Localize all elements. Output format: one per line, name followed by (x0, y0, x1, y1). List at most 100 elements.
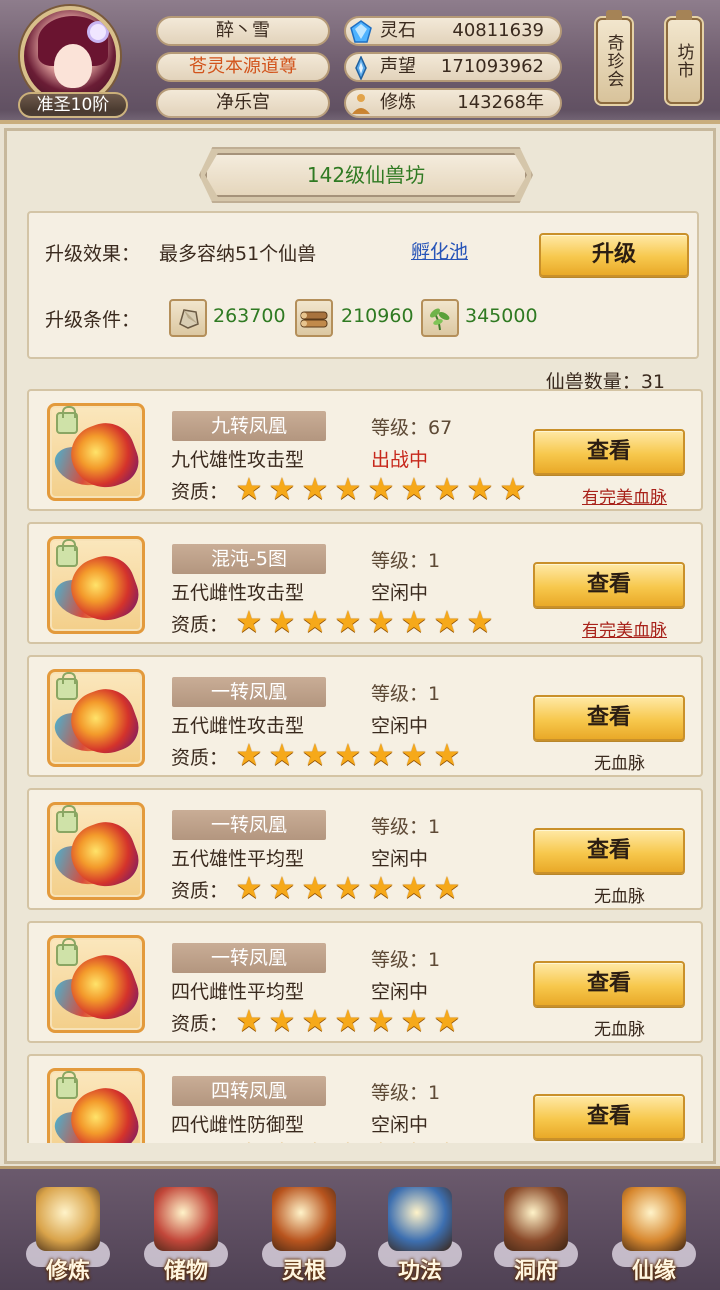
cost-herb-value: 345000 (465, 305, 538, 327)
nav-label: 功法 (397, 1259, 442, 1284)
star-icon: ★ (334, 472, 362, 507)
star-icon: ★ (301, 871, 329, 906)
beast-list[interactable]: 九转凤凰 九代雄性攻击型 等级：67 出战中 资质： ★ ★ ★ ★ ★ ★ ★ ★ ★ 查看 … (27, 389, 703, 1143)
beast-type: 五代雌性攻击型 (171, 582, 305, 604)
nav-item-book[interactable]: 功法 (370, 1179, 470, 1289)
beast-level: 等级：67 (371, 413, 452, 440)
nav-item-cave-house[interactable]: 洞府 (486, 1179, 586, 1289)
star-icon: ★ (431, 1140, 463, 1144)
beast-type: 五代雄性平均型 (171, 848, 305, 870)
star-icon: ★ (235, 605, 263, 640)
level-label: 等级： (371, 417, 429, 439)
fortune-icon (622, 1187, 686, 1251)
level-value: 1 (428, 816, 441, 838)
bloodline-status[interactable]: 有完美血脉 (582, 616, 667, 641)
cave-house-icon (504, 1187, 568, 1251)
nav-item-meditation[interactable]: 修炼 (18, 1179, 118, 1289)
star-icon: ★ (332, 1140, 364, 1144)
wood-material-icon (295, 299, 333, 337)
page-title: 142级仙兽坊 (205, 153, 527, 197)
player-avatar[interactable] (20, 6, 120, 106)
star-icon: ★ (235, 738, 263, 773)
beast-type: 四代雌性平均型 (171, 981, 305, 1003)
level-label: 等级： (371, 816, 429, 838)
player-name: 醉丶雪 (156, 16, 330, 46)
upgrade-condition-label: 升级条件： (45, 309, 141, 331)
view-button[interactable]: 查看 (533, 562, 685, 608)
nav-item-storage-bag[interactable]: 储物 (136, 1179, 236, 1289)
bottom-nav: 修炼 储物 灵根 功法 洞府 仙缘 (0, 1166, 720, 1290)
spirit-stone-icon (348, 19, 374, 45)
star-icon: ★ (233, 1140, 265, 1144)
star-icon: ★ (235, 472, 263, 507)
avatar-face (54, 44, 92, 88)
market-button[interactable]: 坊市 (666, 10, 702, 104)
beast-card: 四转凤凰 四代雌性防御型 等级：1 空闲中 资质： ★★★★★★★ 查看 (27, 1054, 703, 1143)
view-button[interactable]: 查看 (533, 961, 685, 1007)
star-icon: ★ (268, 472, 296, 507)
lock-icon (56, 539, 78, 567)
level-value: 67 (428, 417, 453, 439)
beast-status: 出战中 (371, 449, 429, 471)
quality-stars: ★★★★★★★ (233, 1140, 463, 1144)
beast-name: 一转凤凰 (172, 810, 326, 840)
lock-icon (56, 1071, 78, 1099)
view-button[interactable]: 查看 (533, 695, 685, 741)
star-icon: ★ (466, 605, 494, 640)
nav-item-fortune[interactable]: 仙缘 (604, 1179, 704, 1289)
avatar-flower (90, 24, 106, 40)
hatching-pool-link[interactable]: 孵化池 (411, 237, 468, 264)
beast-type: 五代雌性攻击型 (171, 715, 305, 737)
star-icon: ★ (400, 472, 428, 507)
beast-portrait[interactable] (47, 669, 145, 767)
beast-portrait[interactable] (47, 403, 145, 501)
star-icon: ★ (367, 1004, 395, 1039)
view-button[interactable]: 查看 (533, 429, 685, 475)
beast-level: 等级：1 (371, 679, 440, 706)
treasure-fair-button[interactable]: 奇珍会 (596, 10, 632, 104)
beast-portrait[interactable] (47, 536, 145, 634)
beast-status: 空闲中 (371, 1114, 429, 1136)
beast-status: 空闲中 (371, 715, 429, 737)
resource-value: 143268年 (457, 92, 544, 113)
nav-item-spirit-root[interactable]: 灵根 (254, 1179, 354, 1289)
player-title: 苍灵本源道尊 (156, 52, 330, 82)
lock-icon (56, 938, 78, 966)
nav-label: 储物 (163, 1259, 208, 1284)
level-label: 等级： (371, 949, 429, 971)
beast-level: 等级：1 (371, 812, 440, 839)
beast-portrait[interactable] (47, 935, 145, 1033)
star-icon: ★ (433, 738, 461, 773)
cultivation-icon (348, 91, 374, 117)
beast-level: 等级：1 (371, 945, 440, 972)
star-icon: ★ (433, 605, 461, 640)
star-icon: ★ (268, 871, 296, 906)
bloodline-status[interactable]: 有完美血脉 (582, 483, 667, 508)
rank-badge: 准圣10阶 (18, 92, 128, 118)
star-icon: ★ (499, 472, 527, 507)
view-button[interactable]: 查看 (533, 1094, 685, 1140)
beast-name: 九转凤凰 (172, 411, 326, 441)
resource-label: 修炼 (380, 92, 416, 113)
beast-level: 等级：1 (371, 546, 440, 573)
star-icon: ★ (433, 472, 461, 507)
bloodline-status: 无血脉 (594, 1020, 645, 1040)
bloodline-status: 无血脉 (594, 754, 645, 774)
nav-label: 洞府 (513, 1259, 558, 1284)
beast-type: 四代雌性防御型 (171, 1114, 305, 1136)
quality-stars: ★★★★★★★ (233, 1007, 463, 1037)
star-icon: ★ (466, 472, 494, 507)
view-button[interactable]: 查看 (533, 828, 685, 874)
beast-name: 一转凤凰 (172, 677, 326, 707)
lock-icon (56, 672, 78, 700)
beast-portrait[interactable] (47, 1068, 145, 1143)
beast-portrait[interactable] (47, 802, 145, 900)
star-icon: ★ (268, 605, 296, 640)
resource-value: 40811639 (452, 20, 544, 41)
beast-card: 一转凤凰 四代雌性平均型 等级：1 空闲中 资质： ★ ★ ★ ★ ★ ★ ★ 查看 无血脉 (27, 921, 703, 1043)
upgrade-button[interactable]: 升级 (539, 233, 689, 277)
cost-wood-value: 210960 (341, 305, 414, 327)
quality-label: 资质： (171, 1142, 228, 1143)
quality-stars: ★ ★ ★ ★ ★ ★ ★ ★ (233, 608, 496, 638)
star-icon: ★ (334, 1004, 362, 1039)
